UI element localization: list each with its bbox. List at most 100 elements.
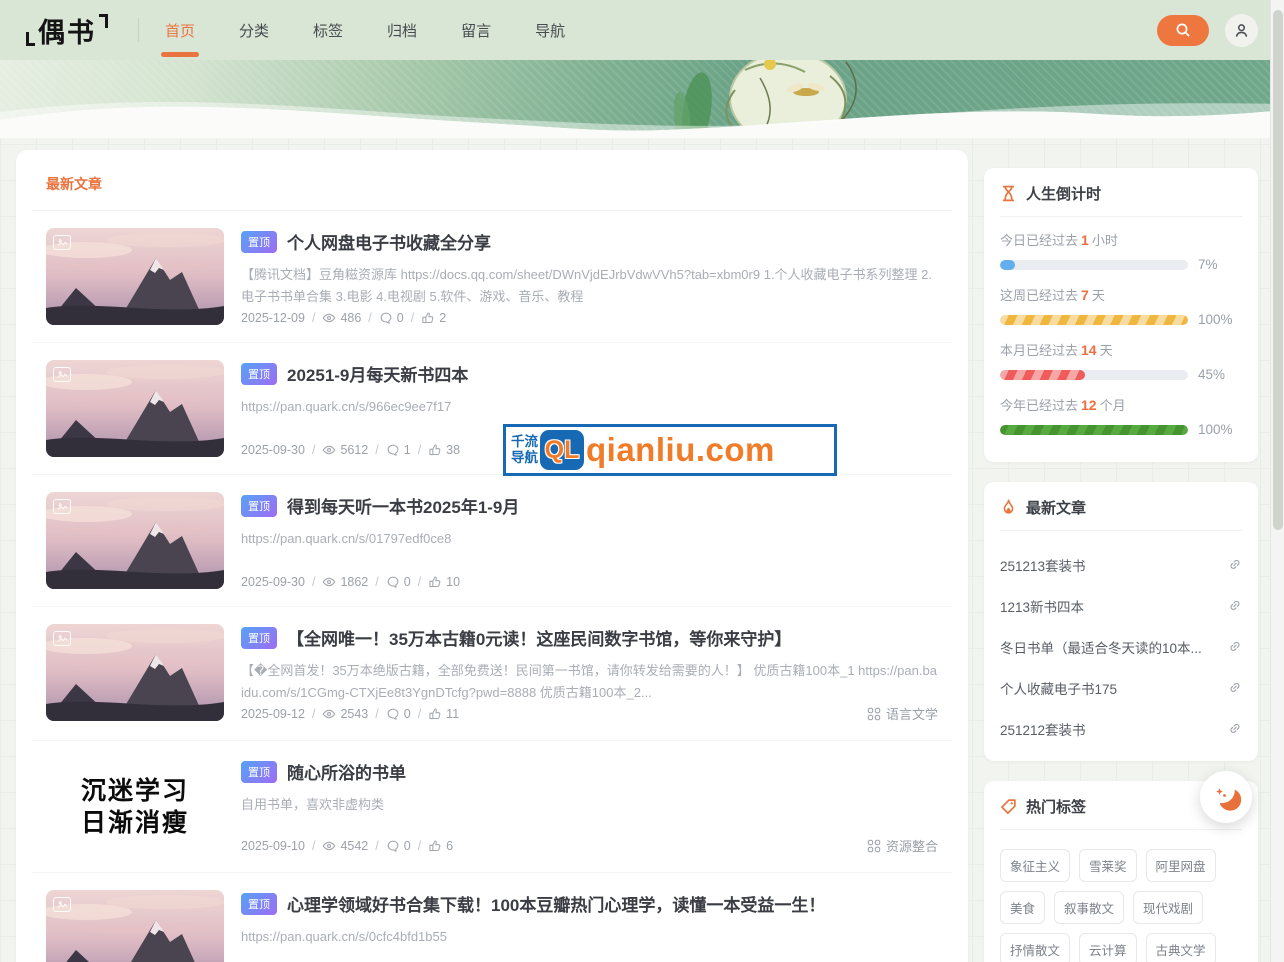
article-thumbnail[interactable] (46, 624, 224, 721)
tag-list: 象征主义雪莱奖阿里网盘美食叙事散文现代戏剧抒情散文云计算古典文学提醒古诗词诗人作… (1000, 843, 1242, 962)
scrollbar-thumb[interactable] (1273, 10, 1283, 530)
latest-article-item[interactable]: 个人收藏电子书175 (1000, 667, 1242, 708)
article-thumbnail[interactable] (46, 228, 224, 325)
latest-article-item[interactable]: 冬日书单（最适合冬天读的10本... (1000, 626, 1242, 667)
progress-fill (1000, 315, 1188, 325)
crescent-moon-icon (1209, 780, 1243, 814)
user-avatar-button[interactable] (1225, 14, 1258, 47)
likes-stat: 2 (421, 311, 446, 325)
qianliu-watermark: 千流 导航 QL qianliu.com (503, 424, 837, 476)
image-placeholder-icon (53, 235, 71, 250)
site-header: 偶书 首页 分类 标签 归档 留言 导航 (0, 0, 1284, 60)
latest-article-title: 251212套装书 (1000, 719, 1220, 739)
latest-article-item[interactable]: 251213套装书 (1000, 544, 1242, 585)
image-placeholder-icon (53, 765, 71, 780)
article-thumbnail[interactable]: 沉迷学习日渐消瘦 (46, 758, 224, 855)
logo-bracket-right (99, 14, 108, 28)
article-thumbnail[interactable] (46, 492, 224, 589)
nav-item[interactable]: 留言 (461, 10, 491, 51)
tag-chip[interactable]: 阿里网盘 (1146, 849, 1216, 882)
article-title[interactable]: 【全网唯一！35万本古籍0元读！这座民间数字书馆，等你来守护】 (287, 625, 791, 650)
nav-item[interactable]: 导航 (535, 10, 565, 51)
link-icon (1228, 722, 1242, 736)
meta-separator: / (312, 575, 315, 589)
countdown-label: 本月已经过去14天 (1000, 340, 1242, 359)
pinned-badge: 置顶 (241, 231, 277, 253)
tag-chip[interactable]: 美食 (1000, 891, 1045, 924)
countdown-row: 今日已经过去1小时 7% (1000, 230, 1242, 272)
header-actions (1157, 14, 1258, 47)
article-category[interactable]: 资源整合 (867, 836, 938, 855)
progress-fill (1000, 425, 1188, 435)
article-row[interactable]: 置顶 心理学领域好书合集下载！100本豆瓣热门心理学，读懂一本受益一生！ htt… (32, 873, 952, 962)
mountain-sunset-photo (46, 624, 224, 721)
views-stat: 5612 (322, 443, 368, 457)
article-title[interactable]: 得到每天听一本书2025年1-9月 (287, 493, 519, 518)
comments-stat: 0 (379, 311, 404, 325)
article-category[interactable]: 语言文学 (867, 704, 938, 723)
tag-chip[interactable]: 古典文学 (1146, 933, 1216, 962)
article-title[interactable]: 个人网盘电子书收藏全分享 (287, 229, 491, 254)
views-stat: 2543 (322, 707, 368, 721)
nav-item[interactable]: 首页 (165, 10, 195, 51)
tag-chip[interactable]: 雪莱奖 (1079, 849, 1137, 882)
nav-item[interactable]: 分类 (239, 10, 269, 51)
pinned-badge: 置顶 (241, 495, 277, 517)
banner-illustration (0, 60, 1284, 138)
article-body: 置顶 【全网唯一！35万本古籍0元读！这座民间数字书馆，等你来守护】 【�全网首… (241, 624, 938, 723)
article-title[interactable]: 心理学领域好书合集下载！100本豆瓣热门心理学，读懂一本受益一生！ (287, 891, 825, 916)
article-row[interactable]: 沉迷学习日渐消瘦 置顶 随心所浴的书单 自用书单，喜欢非虚构类 2025-09-… (32, 741, 952, 873)
comments-stat: 0 (386, 707, 411, 721)
mountain-sunset-photo (46, 228, 224, 325)
comment-icon (386, 839, 400, 853)
flame-icon (1000, 499, 1017, 516)
comments-stat: 0 (386, 575, 411, 589)
meta-separator: / (375, 575, 378, 589)
tag-chip[interactable]: 云计算 (1079, 933, 1137, 962)
nav-item[interactable]: 标签 (313, 10, 343, 51)
pinned-badge: 置顶 (241, 893, 277, 915)
site-logo[interactable]: 偶书 (26, 11, 108, 50)
life-countdown-card: 人生倒计时 今日已经过去1小时 7% 这周已经过去7天 100% 本月已经过去1… (984, 168, 1258, 462)
comment-icon (386, 575, 400, 589)
mountain-sunset-photo (46, 360, 224, 457)
thumb-up-icon (428, 575, 442, 589)
link-icon (1228, 640, 1242, 654)
article-row[interactable]: 置顶 得到每天听一本书2025年1-9月 https://pan.quark.c… (32, 475, 952, 607)
nav-item[interactable]: 归档 (387, 10, 417, 51)
thumb-up-icon (421, 311, 435, 325)
countdown-row: 今年已经过去12个月 100% (1000, 395, 1242, 437)
latest-article-title: 个人收藏电子书175 (1000, 678, 1220, 698)
latest-article-item[interactable]: 251212套装书 (1000, 708, 1242, 749)
progress-track (1000, 370, 1188, 380)
tag-chip[interactable]: 抒情散文 (1000, 933, 1070, 962)
article-row[interactable]: 置顶 【全网唯一！35万本古籍0元读！这座民间数字书馆，等你来守护】 【�全网首… (32, 607, 952, 741)
article-date: 2025-09-12 (241, 707, 305, 721)
image-placeholder-icon (53, 499, 71, 514)
article-meta: 2025-09-12 / 2543 / 0 / 11 语言 (241, 704, 938, 723)
likes-stat: 10 (428, 575, 460, 589)
article-meta: 2025-09-30 / 1862 / 0 / 10 (241, 575, 938, 589)
article-row[interactable]: 置顶 个人网盘电子书收藏全分享 【腾讯文档】豆角糍资源库 https://doc… (32, 211, 952, 343)
article-thumbnail[interactable] (46, 360, 224, 457)
article-date: 2025-09-10 (241, 839, 305, 853)
views-stat: 4542 (322, 839, 368, 853)
views-stat: 1862 (322, 575, 368, 589)
article-title[interactable]: 随心所浴的书单 (287, 759, 406, 784)
scrollbar-track[interactable] (1270, 0, 1284, 962)
latest-article-item[interactable]: 1213新书四本 (1000, 585, 1242, 626)
search-button[interactable] (1157, 15, 1209, 46)
countdown-label: 这周已经过去7天 (1000, 285, 1242, 304)
theme-toggle-button[interactable] (1200, 771, 1252, 823)
views-stat: 486 (322, 311, 361, 325)
latest-header: 最新文章 (1000, 497, 1242, 531)
tag-chip[interactable]: 现代戏剧 (1133, 891, 1203, 924)
article-thumbnail[interactable] (46, 890, 224, 962)
article-title[interactable]: 20251-9月每天新书四本 (287, 361, 468, 386)
tag-chip[interactable]: 叙事散文 (1054, 891, 1124, 924)
progress-percent: 100% (1198, 422, 1242, 437)
latest-article-title: 冬日书单（最适合冬天读的10本... (1000, 637, 1220, 657)
progress-fill (1000, 260, 1015, 270)
progress-percent: 45% (1198, 367, 1242, 382)
tag-chip[interactable]: 象征主义 (1000, 849, 1070, 882)
